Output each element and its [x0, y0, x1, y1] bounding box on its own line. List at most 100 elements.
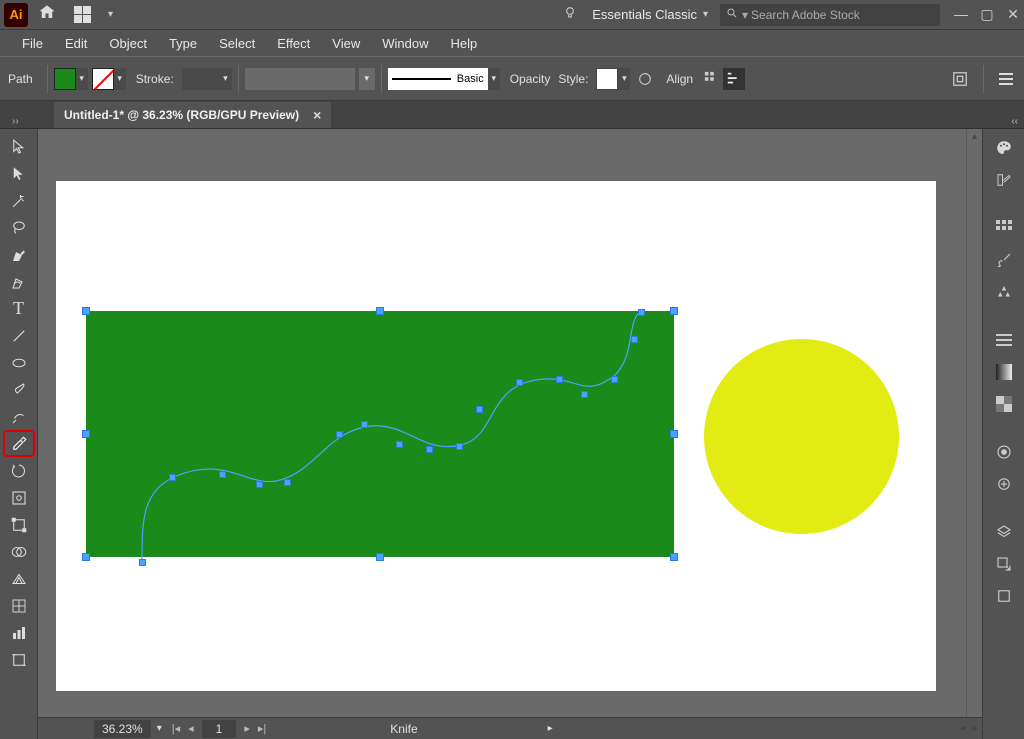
status-play-icon[interactable]: ▸: [548, 723, 553, 734]
align-grid-icon[interactable]: [701, 68, 723, 90]
collapse-right-icon[interactable]: ‹‹: [1011, 116, 1018, 127]
paintbrush-tool[interactable]: [3, 376, 35, 403]
discover-icon[interactable]: [562, 5, 578, 25]
transparency-panel-icon[interactable]: [989, 391, 1019, 417]
color-guide-panel-icon[interactable]: [989, 167, 1019, 193]
stroke-panel-icon[interactable]: [989, 327, 1019, 353]
next-artboard-button[interactable]: ▸: [240, 722, 254, 735]
panel-menu-icon[interactable]: [996, 69, 1016, 89]
chevron-down-icon[interactable]: ▾: [108, 9, 113, 20]
graphic-style-swatch[interactable]: [596, 68, 618, 90]
column-graph-tool[interactable]: [3, 619, 35, 646]
free-transform-tool[interactable]: [3, 511, 35, 538]
menu-select[interactable]: Select: [209, 33, 265, 54]
brush-dropdown[interactable]: ▾: [359, 68, 375, 90]
app-logo: Ai: [4, 3, 28, 27]
document-tab-bar: Untitled-1* @ 36.23% (RGB/GPU Preview) ×: [0, 101, 1024, 129]
menu-edit[interactable]: Edit: [55, 33, 97, 54]
magic-wand-tool[interactable]: [3, 187, 35, 214]
rotate-tool[interactable]: [3, 457, 35, 484]
recolor-icon[interactable]: [634, 68, 656, 90]
close-button[interactable]: ✕: [1006, 6, 1020, 23]
direct-selection-tool[interactable]: [3, 160, 35, 187]
transform-icon[interactable]: [723, 68, 745, 90]
maximize-button[interactable]: ▢: [980, 6, 994, 23]
status-bar: 36.23% ▾ |◂ ◂ 1 ▸ ▸| Knife ▸ ◂ ▸: [38, 717, 982, 739]
arrange-documents-button[interactable]: [74, 6, 104, 24]
symbols-panel-icon[interactable]: [989, 279, 1019, 305]
zoom-field[interactable]: 36.23%: [94, 720, 151, 738]
menu-file[interactable]: File: [12, 33, 53, 54]
vp-dropdown[interactable]: ▾: [488, 68, 500, 90]
menu-object[interactable]: Object: [99, 33, 157, 54]
prev-artboard-button[interactable]: ◂: [184, 722, 198, 735]
color-panel-icon[interactable]: [989, 135, 1019, 161]
artboard-number-field[interactable]: 1: [202, 720, 237, 738]
close-tab-icon[interactable]: ×: [313, 107, 321, 123]
curvature-tool[interactable]: [3, 268, 35, 295]
menu-window[interactable]: Window: [372, 33, 438, 54]
layers-panel-icon[interactable]: [989, 519, 1019, 545]
stroke-dropdown[interactable]: ▾: [114, 68, 126, 90]
brush-definition[interactable]: [245, 68, 355, 90]
selection-tool[interactable]: [3, 133, 35, 160]
menu-bar: File Edit Object Type Select Effect View…: [0, 30, 1024, 56]
brushes-panel-icon[interactable]: [989, 247, 1019, 273]
shape-builder-tool[interactable]: [3, 538, 35, 565]
canvas-viewport[interactable]: ▴ 36.23% ▾ |◂ ◂ 1 ▸ ▸| Knife ▸ ◂ ▸: [38, 129, 982, 739]
style-dropdown[interactable]: ▾: [618, 68, 630, 90]
stroke-swatch[interactable]: [92, 68, 114, 90]
menu-effect[interactable]: Effect: [267, 33, 320, 54]
title-bar: Ai ▾ Essentials Classic ▾ ▾ Search Adobe…: [0, 0, 1024, 30]
line-tool[interactable]: [3, 322, 35, 349]
ellipse-tool[interactable]: [3, 349, 35, 376]
artboards-panel-icon[interactable]: [989, 583, 1019, 609]
variable-width-profile[interactable]: Basic: [388, 68, 488, 90]
vertical-scrollbar[interactable]: ▴: [966, 129, 982, 739]
current-tool-readout: Knife: [390, 722, 417, 736]
yellow-circle-shape[interactable]: [704, 339, 899, 534]
workspace-label: Essentials Classic: [592, 7, 697, 22]
appearance-panel-icon[interactable]: [989, 439, 1019, 465]
last-artboard-button[interactable]: ▸|: [254, 722, 270, 735]
fill-dropdown[interactable]: ▾: [76, 68, 88, 90]
menu-type[interactable]: Type: [159, 33, 207, 54]
isolate-icon[interactable]: [949, 68, 971, 90]
shaper-tool[interactable]: [3, 403, 35, 430]
menu-view[interactable]: View: [322, 33, 370, 54]
selection-type-label: Path: [8, 72, 33, 86]
minimize-button[interactable]: ―: [954, 6, 968, 23]
workspace-switcher[interactable]: Essentials Classic ▾: [592, 7, 708, 22]
window-controls: ― ▢ ✕: [954, 6, 1020, 23]
home-icon[interactable]: [38, 3, 56, 26]
stroke-weight-field[interactable]: ▾: [182, 68, 232, 90]
graphic-styles-panel-icon[interactable]: [989, 471, 1019, 497]
menu-help[interactable]: Help: [440, 33, 487, 54]
artboard-tool[interactable]: [3, 646, 35, 673]
fill-swatch[interactable]: [54, 68, 76, 90]
search-stock-field[interactable]: ▾ Search Adobe Stock: [720, 4, 940, 26]
align-label[interactable]: Align: [666, 72, 693, 86]
perspective-tool[interactable]: [3, 565, 35, 592]
collapse-left-icon[interactable]: ››: [12, 116, 19, 127]
eyedropper-tool[interactable]: [3, 430, 35, 457]
asset-export-panel-icon[interactable]: [989, 551, 1019, 577]
mesh-tool[interactable]: [3, 592, 35, 619]
document-title: Untitled-1* @ 36.23% (RGB/GPU Preview): [64, 108, 299, 122]
scroll-left-icon[interactable]: ◂: [956, 723, 969, 734]
document-tab[interactable]: Untitled-1* @ 36.23% (RGB/GPU Preview) ×: [54, 102, 331, 128]
search-icon: [726, 7, 738, 22]
scroll-right-icon[interactable]: ▸: [969, 723, 982, 734]
gradient-panel-icon[interactable]: [989, 359, 1019, 385]
lasso-tool[interactable]: [3, 214, 35, 241]
type-tool[interactable]: T: [3, 295, 35, 322]
opacity-label[interactable]: Opacity: [510, 72, 551, 86]
swatches-panel-icon[interactable]: [989, 215, 1019, 241]
selection-bounding-box[interactable]: [86, 311, 674, 557]
zoom-dropdown[interactable]: ▾: [151, 723, 168, 734]
artboard[interactable]: [56, 181, 936, 691]
right-panel-dock: [982, 129, 1024, 739]
width-tool[interactable]: [3, 484, 35, 511]
first-artboard-button[interactable]: |◂: [168, 722, 184, 735]
pen-tool[interactable]: [3, 241, 35, 268]
